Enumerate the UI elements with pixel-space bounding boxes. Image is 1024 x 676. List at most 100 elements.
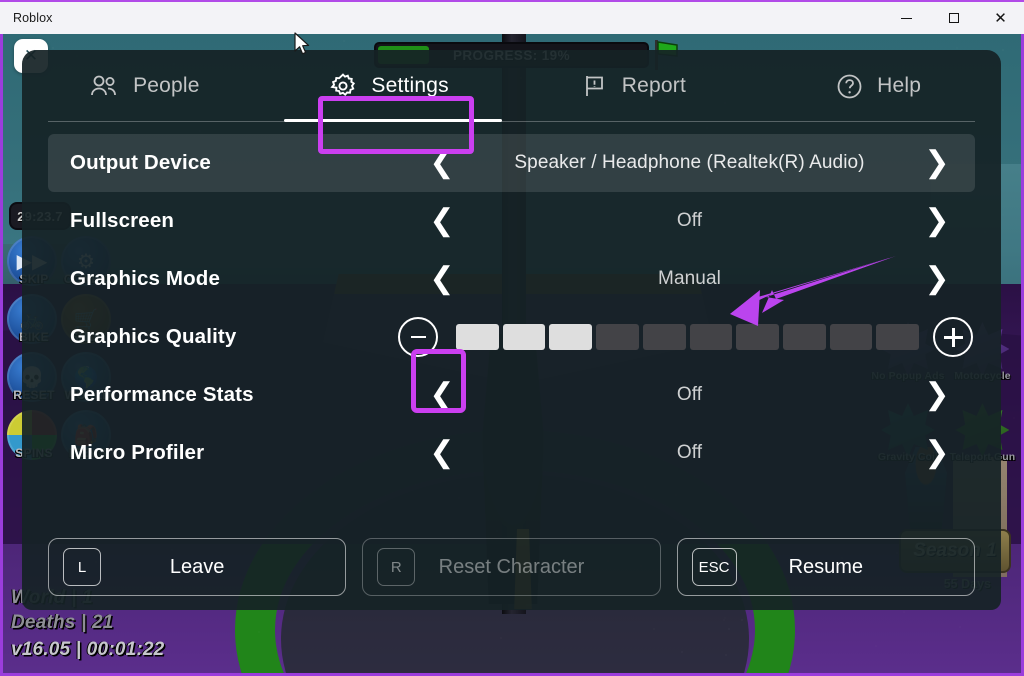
flag-icon — [582, 73, 608, 99]
tab-help[interactable]: Help — [756, 50, 1001, 122]
setting-value: Off — [464, 442, 915, 464]
setting-label: Graphics Mode — [48, 267, 398, 291]
setting-label: Fullscreen — [48, 209, 398, 233]
settings-panel: People Settings Report — [22, 50, 1001, 610]
setting-label: Output Device — [48, 151, 398, 175]
people-icon — [89, 74, 119, 98]
setting-label: Micro Profiler — [48, 441, 398, 465]
chevron-right-icon[interactable]: ❯ — [915, 380, 959, 410]
chevron-left-icon[interactable]: ❮ — [420, 148, 464, 178]
quality-segment[interactable] — [783, 324, 826, 350]
maximize-button[interactable] — [930, 2, 977, 34]
window-close-button[interactable]: ✕ — [977, 2, 1024, 34]
setting-stepper: ❮ Manual ❯ — [398, 264, 975, 294]
window-titlebar: Roblox ✕ — [0, 0, 1024, 34]
setting-row-micro-profiler[interactable]: Micro Profiler ❮ Off ❯ — [48, 424, 975, 482]
setting-value: Speaker / Headphone (Realtek(R) Audio) — [464, 152, 915, 174]
chevron-right-icon[interactable]: ❯ — [915, 264, 959, 294]
chevron-right-icon[interactable]: ❯ — [915, 438, 959, 468]
setting-label: Graphics Quality — [48, 325, 398, 349]
app-root: ✕ PROGRESS: 19% 29:23.7 ▶▶ SKIP 🚲 BIKE 💀… — [0, 0, 1024, 676]
tab-label: Help — [877, 74, 921, 98]
setting-stepper: ❮ Off ❯ — [398, 438, 975, 468]
chevron-left-icon[interactable]: ❮ — [420, 380, 464, 410]
quality-segment[interactable] — [876, 324, 919, 350]
background-speck — [798, 672, 800, 674]
quality-segment[interactable] — [503, 324, 546, 350]
quality-segments[interactable] — [456, 324, 919, 350]
background-speck — [343, 40, 345, 42]
reset-character-button[interactable]: R Reset Character — [362, 538, 660, 596]
setting-row-graphics-quality[interactable]: Graphics Quality — [48, 308, 975, 366]
key-hint: L — [63, 548, 101, 586]
key-hint: R — [377, 548, 415, 586]
setting-label: Performance Stats — [48, 383, 398, 407]
background-speck — [968, 673, 970, 675]
setting-stepper: ❮ Off ❯ — [398, 206, 975, 236]
quality-segment[interactable] — [690, 324, 733, 350]
tab-label: Report — [622, 74, 686, 98]
tab-label: Settings — [371, 74, 448, 98]
plus-icon — [944, 328, 963, 347]
background-speck — [725, 654, 727, 656]
decrease-quality-button[interactable] — [398, 317, 438, 357]
mouse-cursor — [294, 32, 312, 58]
settings-rows: Output Device ❮ Speaker / Headphone (Rea… — [22, 122, 1001, 482]
setting-value: Manual — [464, 268, 915, 290]
chevron-left-icon[interactable]: ❮ — [420, 206, 464, 236]
background-speck — [959, 626, 961, 628]
setting-stepper: ❮ Speaker / Headphone (Realtek(R) Audio)… — [398, 148, 975, 178]
stat-version: v16.05 | 00:01:22 — [11, 639, 164, 661]
quality-segment[interactable] — [830, 324, 873, 350]
chevron-left-icon[interactable]: ❮ — [420, 264, 464, 294]
minimize-button[interactable] — [883, 2, 930, 34]
gear-icon — [329, 72, 357, 100]
setting-row-output-device[interactable]: Output Device ❮ Speaker / Headphone (Rea… — [48, 134, 975, 192]
background-speck — [903, 611, 905, 613]
panel-tabs: People Settings Report — [22, 50, 1001, 122]
setting-stepper: ❮ Off ❯ — [398, 380, 975, 410]
background-speck — [1002, 214, 1004, 216]
close-icon: ✕ — [994, 11, 1007, 26]
increase-quality-button[interactable] — [933, 317, 973, 357]
maximize-icon — [949, 13, 959, 23]
minus-icon — [411, 336, 426, 339]
question-circle-icon — [836, 73, 863, 100]
minimize-icon — [901, 18, 912, 19]
quality-segment[interactable] — [456, 324, 499, 350]
tab-settings[interactable]: Settings — [267, 50, 512, 122]
quality-segment[interactable] — [736, 324, 779, 350]
leave-button[interactable]: L Leave — [48, 538, 346, 596]
setting-value: Off — [464, 384, 915, 406]
chevron-right-icon[interactable]: ❯ — [915, 148, 959, 178]
chevron-right-icon[interactable]: ❯ — [915, 206, 959, 236]
background-speck — [650, 672, 652, 674]
background-speck — [258, 631, 260, 633]
chevron-left-icon[interactable]: ❮ — [420, 438, 464, 468]
setting-row-graphics-mode[interactable]: Graphics Mode ❮ Manual ❯ — [48, 250, 975, 308]
background-speck — [741, 619, 743, 621]
panel-actions: L Leave R Reset Character ESC Resume — [48, 538, 975, 596]
background-speck — [52, 47, 54, 49]
tab-label: People — [133, 74, 200, 98]
quality-segment[interactable] — [643, 324, 686, 350]
tab-report[interactable]: Report — [512, 50, 757, 122]
background-speck — [956, 47, 958, 49]
graphics-quality-slider — [398, 317, 975, 357]
window-controls: ✕ — [883, 2, 1024, 34]
background-speck — [653, 628, 655, 630]
setting-row-fullscreen[interactable]: Fullscreen ❮ Off ❯ — [48, 192, 975, 250]
background-speck — [1002, 49, 1004, 51]
key-hint: ESC — [692, 548, 737, 586]
background-speck — [728, 628, 730, 630]
quality-segment[interactable] — [596, 324, 639, 350]
background-speck — [875, 645, 877, 647]
setting-row-performance-stats[interactable]: Performance Stats ❮ Off ❯ — [48, 366, 975, 424]
stat-deaths: Deaths | 21 — [11, 612, 114, 634]
background-speck — [681, 651, 683, 653]
background-speck — [723, 619, 725, 621]
quality-segment[interactable] — [549, 324, 592, 350]
window-title: Roblox — [13, 11, 53, 25]
tab-people[interactable]: People — [22, 50, 267, 122]
resume-button[interactable]: ESC Resume — [677, 538, 975, 596]
